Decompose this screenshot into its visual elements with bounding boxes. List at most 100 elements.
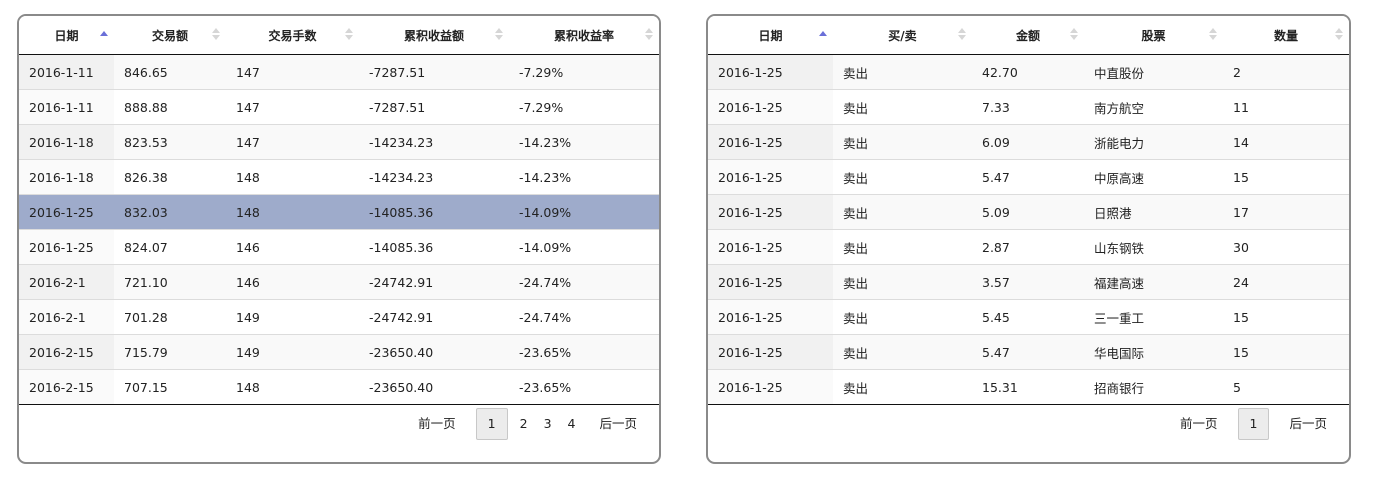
table-row[interactable]: 2016-1-25 卖出 3.57 福建高速 24 (708, 264, 1349, 300)
table-cell: -23650.40 (359, 369, 509, 405)
trade-detail-table: 日期 买/卖 金额 股票 数量 2016-1-25 卖出 42.70 中直股份 2 201… (708, 16, 1349, 405)
header-row: 日期 交易额 交易手数 累积收益额 累积收益率 (19, 16, 659, 55)
table-cell: 823.53 (114, 124, 226, 160)
table-row[interactable]: 2016-2-15 715.79 149 -23650.40 -23.65% (19, 334, 659, 370)
table-cell: 卖出 (833, 124, 972, 160)
table-row[interactable]: 2016-1-25 824.07 146 -14085.36 -14.09% (19, 229, 659, 265)
next-page-button[interactable]: 后一页 (591, 408, 645, 440)
column-header-cumulative-profit[interactable]: 累积收益额 (359, 16, 509, 55)
page-button-current[interactable]: 1 (1237, 408, 1270, 440)
table-cell: 824.07 (114, 229, 226, 265)
header-label: 数量 (1273, 28, 1298, 43)
table-row[interactable]: 2016-1-25 卖出 6.09 浙能电力 14 (708, 124, 1349, 160)
table-cell: 2016-1-25 (708, 369, 833, 405)
table-cell: 卖出 (833, 89, 972, 125)
table-row[interactable]: 2016-1-25 卖出 5.45 三一重工 15 (708, 299, 1349, 335)
column-header-date[interactable]: 日期 (19, 16, 114, 55)
table-row[interactable]: 2016-1-25 卖出 7.33 南方航空 11 (708, 89, 1349, 125)
table-cell: 149 (226, 334, 359, 370)
table-cell: 2016-1-25 (19, 229, 114, 265)
table-cell: 2016-2-15 (19, 369, 114, 405)
column-header-buy-sell[interactable]: 买/卖 (833, 16, 972, 55)
sort-icon (1209, 28, 1217, 42)
page-button[interactable]: 4 (560, 408, 584, 440)
table-row[interactable]: 2016-2-15 707.15 148 -23650.40 -23.65% (19, 369, 659, 405)
table-cell: 卖出 (833, 229, 972, 265)
table-cell: 147 (226, 89, 359, 125)
next-page-button[interactable]: 后一页 (1281, 408, 1335, 440)
table-cell: -14.23% (509, 159, 659, 195)
header-label: 累积收益额 (403, 28, 464, 43)
table-cell: 日照港 (1084, 194, 1223, 230)
table-row[interactable]: 2016-1-11 888.88 147 -7287.51 -7.29% (19, 89, 659, 125)
page-button[interactable]: 2 (512, 408, 536, 440)
table-row[interactable]: 2016-1-25 卖出 15.31 招商银行 5 (708, 369, 1349, 405)
table-cell: 17 (1223, 194, 1349, 230)
table-cell: 832.03 (114, 194, 226, 230)
trade-detail-panel: 日期 买/卖 金额 股票 数量 2016-1-25 卖出 42.70 中直股份 2 201… (706, 14, 1351, 464)
page-button[interactable]: 3 (536, 408, 560, 440)
table-cell: 卖出 (833, 264, 972, 300)
table-cell: -7.29% (509, 89, 659, 125)
table-row[interactable]: 2016-1-18 826.38 148 -14234.23 -14.23% (19, 159, 659, 195)
table-cell: 826.38 (114, 159, 226, 195)
table-cell: -7287.51 (359, 89, 509, 125)
column-header-date[interactable]: 日期 (708, 16, 833, 55)
table-cell: 2016-2-1 (19, 264, 114, 300)
column-header-amount[interactable]: 交易额 (114, 16, 226, 55)
prev-page-button[interactable]: 前一页 (1172, 408, 1226, 440)
table-cell: 2016-1-18 (19, 124, 114, 160)
table-row[interactable]: 2016-1-25 卖出 5.47 华电国际 15 (708, 334, 1349, 370)
table-cell: 15 (1223, 334, 1349, 370)
column-header-cumulative-return[interactable]: 累积收益率 (509, 16, 659, 55)
table-row[interactable]: 2016-1-11 846.65 147 -7287.51 -7.29% (19, 54, 659, 90)
table-cell: 卖出 (833, 369, 972, 405)
table-cell: 山东钢铁 (1084, 229, 1223, 265)
table-row[interactable]: 2016-1-18 823.53 147 -14234.23 -14.23% (19, 124, 659, 160)
table-row[interactable]: 2016-1-25 832.03 148 -14085.36 -14.09% (19, 194, 659, 230)
table-cell: 888.88 (114, 89, 226, 125)
table-row[interactable]: 2016-2-1 701.28 149 -24742.91 -24.74% (19, 299, 659, 335)
table-row[interactable]: 2016-1-25 卖出 5.47 中原高速 15 (708, 159, 1349, 195)
trade-summary-rows: 2016-1-11 846.65 147 -7287.51 -7.29% 2016-1-1… (19, 54, 659, 405)
column-header-amount[interactable]: 金额 (972, 16, 1084, 55)
sort-icon (1335, 28, 1343, 42)
table-row[interactable]: 2016-1-25 卖出 5.09 日照港 17 (708, 194, 1349, 230)
table-cell: -23.65% (509, 369, 659, 405)
table-cell: 6.09 (972, 124, 1084, 160)
page-button-current[interactable]: 1 (475, 408, 508, 440)
header-label: 股票 (1141, 28, 1166, 43)
table-cell: -23650.40 (359, 334, 509, 370)
table-cell: 2.87 (972, 229, 1084, 265)
table-cell: 15 (1223, 159, 1349, 195)
sort-asc-icon (100, 28, 108, 42)
header-label: 累积收益率 (553, 28, 614, 43)
column-header-lots[interactable]: 交易手数 (226, 16, 359, 55)
table-cell: -7287.51 (359, 54, 509, 90)
column-header-quantity[interactable]: 数量 (1223, 16, 1349, 55)
table-cell: 3.57 (972, 264, 1084, 300)
table-cell: 南方航空 (1084, 89, 1223, 125)
table-cell: 5.45 (972, 299, 1084, 335)
table-cell: 福建高速 (1084, 264, 1223, 300)
table-cell: 30 (1223, 229, 1349, 265)
table-cell: 2016-1-11 (19, 54, 114, 90)
prev-page-button[interactable]: 前一页 (410, 408, 464, 440)
table-cell: 5.09 (972, 194, 1084, 230)
table-row[interactable]: 2016-1-25 卖出 42.70 中直股份 2 (708, 54, 1349, 90)
pagination: 前一页 1 后一页 (1172, 408, 1335, 440)
table-cell: 146 (226, 264, 359, 300)
column-header-stock[interactable]: 股票 (1084, 16, 1223, 55)
sort-icon (1070, 28, 1078, 42)
table-cell: 147 (226, 124, 359, 160)
table-row[interactable]: 2016-2-1 721.10 146 -24742.91 -24.74% (19, 264, 659, 300)
table-cell: 2016-1-25 (708, 194, 833, 230)
table-row[interactable]: 2016-1-25 卖出 2.87 山东钢铁 30 (708, 229, 1349, 265)
table-cell: 招商银行 (1084, 369, 1223, 405)
table-cell: 卖出 (833, 54, 972, 90)
header-row: 日期 买/卖 金额 股票 数量 (708, 16, 1349, 55)
table-cell: 846.65 (114, 54, 226, 90)
table-cell: 7.33 (972, 89, 1084, 125)
trade-detail-rows: 2016-1-25 卖出 42.70 中直股份 2 2016-1-25 卖出 7.33 南方航空… (708, 54, 1349, 405)
table-cell: 三一重工 (1084, 299, 1223, 335)
